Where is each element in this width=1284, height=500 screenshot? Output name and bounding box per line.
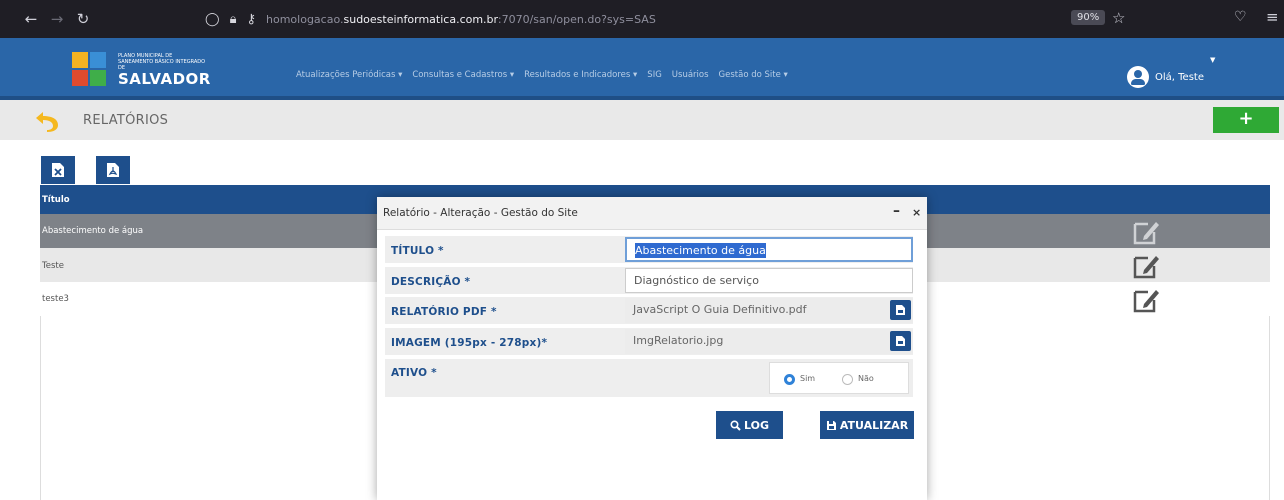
pocket-icon[interactable]: ♡	[1234, 9, 1247, 25]
page-title: RELATÓRIOS	[83, 113, 169, 128]
field-row-ativo: ATIVO * Sim Não	[385, 359, 913, 397]
zoom-level[interactable]: 90%	[1071, 10, 1106, 25]
pdf-file-input[interactable]: JavaScript O Guia Definitivo.pdf	[625, 298, 913, 323]
save-icon	[826, 420, 836, 430]
titulo-label: TÍTULO *	[391, 245, 444, 257]
descricao-label: DESCRIÇÃO *	[391, 276, 471, 288]
back-return-icon[interactable]	[34, 109, 60, 133]
minimize-icon[interactable]: –	[893, 203, 900, 219]
ativo-radio-group: Sim Não	[769, 362, 909, 394]
user-avatar-icon	[1127, 66, 1149, 88]
nav-sig[interactable]: SIG	[647, 70, 662, 80]
dialog-title: Relatório - Alteração - Gestão do Site	[383, 207, 578, 219]
nav-gestao-site[interactable]: Gestão do Site ▾	[719, 70, 788, 80]
log-label: LOG	[744, 418, 769, 432]
logo-subtitle: PLANO MUNICIPAL DE SANEAMENTO BÁSICO INT…	[118, 53, 206, 71]
imagem-file-input[interactable]: ImgRelatorio.jpg	[625, 329, 913, 354]
nav-resultados[interactable]: Resultados e Indicadores ▾	[524, 70, 637, 80]
edit-report-dialog: Relatório - Alteração - Gestão do Site –…	[377, 197, 927, 500]
excel-file-icon	[52, 163, 64, 177]
edit-icon[interactable]	[1132, 218, 1162, 246]
titulo-value: Abastecimento de água	[635, 243, 766, 258]
user-menu[interactable]: Olá, Teste	[1127, 66, 1204, 88]
imagem-label: IMAGEM (195px - 278px)*	[391, 337, 548, 349]
ativo-nao-radio[interactable]	[842, 374, 853, 385]
key-icon: ⚷	[246, 11, 257, 27]
titulo-input[interactable]: Abastecimento de água	[625, 237, 913, 262]
pdf-label: RELATÓRIO PDF *	[391, 306, 497, 318]
hamburger-menu-icon[interactable]: ≡	[1266, 8, 1279, 26]
lock-icon: 🔒︎	[229, 11, 237, 27]
ativo-sim-radio[interactable]	[784, 374, 795, 385]
row-title: Abastecimento de água	[42, 226, 144, 236]
reload-icon[interactable]: ↻	[70, 10, 96, 28]
table-border	[1269, 316, 1270, 500]
nav-consultas[interactable]: Consultas e Cadastros ▾	[412, 70, 514, 80]
edit-icon[interactable]	[1132, 252, 1162, 280]
logo-title: SALVADOR	[118, 70, 211, 88]
search-icon	[730, 419, 741, 431]
ativo-label: ATIVO *	[391, 367, 437, 379]
export-pdf-button[interactable]	[96, 156, 130, 184]
imagem-upload-button[interactable]	[890, 331, 911, 351]
field-row-titulo: TÍTULO * Abastecimento de água	[385, 236, 913, 263]
ativo-sim-label[interactable]: Sim	[800, 374, 815, 383]
app-header: PLANO MUNICIPAL DE SANEAMENTO BÁSICO INT…	[0, 38, 1284, 100]
back-arrow-icon[interactable]: ←	[18, 10, 44, 28]
nav-atualizacoes[interactable]: Atualizações Periódicas ▾	[296, 70, 402, 80]
descricao-input[interactable]: Diagnóstico de serviço	[625, 268, 913, 293]
add-button[interactable]: +	[1213, 107, 1279, 133]
close-icon[interactable]: ×	[912, 206, 921, 219]
column-header-titulo[interactable]: Título	[42, 195, 70, 205]
user-greeting: Olá, Teste	[1155, 71, 1204, 83]
log-button[interactable]: LOG	[716, 411, 783, 439]
caret-down-icon[interactable]: ▼	[1210, 56, 1215, 64]
file-icon	[896, 336, 905, 346]
ativo-nao-label[interactable]: Não	[858, 374, 874, 383]
update-label: ATUALIZAR	[839, 418, 909, 432]
main-nav: Atualizações Periódicas ▾ Consultas e Ca…	[296, 70, 788, 80]
row-title: teste3	[42, 294, 69, 304]
table-border	[40, 316, 41, 500]
logo-mark-icon	[72, 52, 112, 88]
pdf-upload-button[interactable]	[890, 300, 911, 320]
field-row-pdf: RELATÓRIO PDF * JavaScript O Guia Defini…	[385, 297, 913, 324]
shield-icon: ◯	[205, 11, 220, 27]
field-row-imagem: IMAGEM (195px - 278px)* ImgRelatorio.jpg	[385, 328, 913, 355]
page-toolbar: RELATÓRIOS +	[0, 100, 1284, 140]
forward-arrow-icon[interactable]: →	[44, 10, 70, 28]
url-text[interactable]: homologacao.sudoesteinformatica.com.br:7…	[266, 13, 656, 26]
row-title: Teste	[42, 261, 64, 271]
field-row-descricao: DESCRIÇÃO * Diagnóstico de serviço	[385, 267, 913, 294]
url-bar[interactable]: ◯ 🔒︎ ⚷ homologacao.sudoesteinformatica.c…	[205, 4, 1055, 34]
dialog-header[interactable]: Relatório - Alteração - Gestão do Site –…	[377, 197, 927, 230]
bookmark-star-icon[interactable]: ☆	[1112, 9, 1125, 27]
pdf-file-icon	[107, 163, 119, 177]
update-button[interactable]: ATUALIZAR	[820, 411, 914, 439]
file-icon	[896, 305, 905, 315]
edit-icon[interactable]	[1132, 286, 1162, 314]
nav-usuarios[interactable]: Usuários	[672, 70, 709, 80]
salvador-logo[interactable]: PLANO MUNICIPAL DE SANEAMENTO BÁSICO INT…	[72, 50, 212, 90]
export-excel-button[interactable]	[41, 156, 75, 184]
